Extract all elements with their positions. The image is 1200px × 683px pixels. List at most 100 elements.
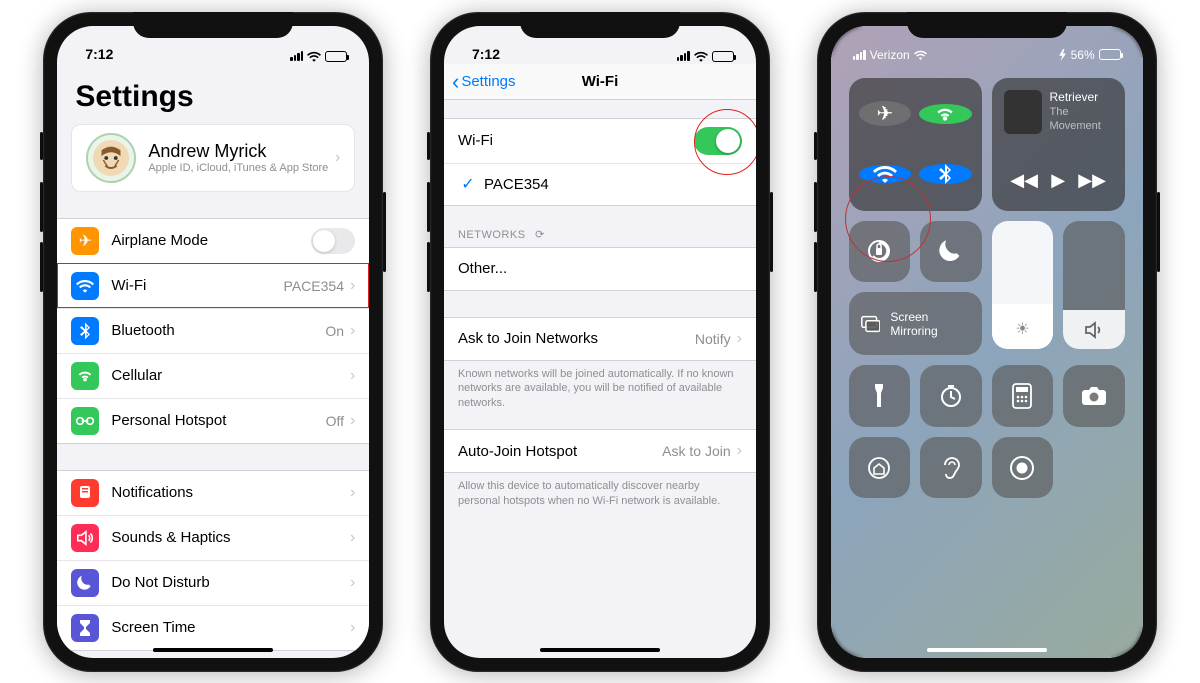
- auto-hotspot-value: Ask to Join: [662, 443, 730, 459]
- profile-row[interactable]: Andrew Myrick Apple ID, iCloud, iTunes &…: [72, 125, 354, 191]
- home-indicator[interactable]: [153, 648, 273, 652]
- airplane-toggle[interactable]: ✈︎: [859, 101, 912, 126]
- chevron-icon: ›: [350, 367, 355, 385]
- volume-icon: [1084, 321, 1104, 339]
- wifi-toggle[interactable]: [694, 127, 742, 155]
- bt-label: Bluetooth: [111, 322, 325, 339]
- auto-hotspot-footer: Allow this device to automatically disco…: [444, 473, 756, 509]
- phone-wifi: 7:12 ‹ Settings Wi-Fi Wi-Fi ✓ PACE354: [430, 12, 770, 672]
- chevron-icon: ›: [350, 619, 355, 637]
- status-time: 7:12: [85, 46, 113, 62]
- airplane-mode-row[interactable]: ✈︎ Airplane Mode: [57, 219, 369, 263]
- battery-icon: [325, 51, 347, 62]
- wifi-row[interactable]: Wi-Fi PACE354 ›: [57, 263, 369, 308]
- connected-network-row[interactable]: ✓ PACE354: [444, 163, 756, 205]
- other-network-row[interactable]: Other...: [444, 248, 756, 290]
- bluetooth-icon: [71, 317, 99, 345]
- dnd-toggle[interactable]: [920, 221, 982, 283]
- hotspot-icon: [71, 407, 99, 435]
- chevron-icon: ›: [350, 322, 355, 340]
- cellular-row[interactable]: Cellular ›: [57, 353, 369, 398]
- next-button[interactable]: ▶▶: [1078, 170, 1106, 191]
- play-button[interactable]: ▶: [1051, 170, 1065, 191]
- spinner-icon: ⟳: [535, 228, 545, 241]
- wifi-master-label: Wi-Fi: [458, 132, 694, 149]
- screen-record-button[interactable]: [992, 437, 1054, 499]
- page-title: Settings: [57, 64, 369, 124]
- track-artist: The Movement: [1050, 105, 1113, 134]
- profile-subtitle: Apple ID, iCloud, iTunes & App Store: [148, 162, 335, 174]
- wifi-icon: [71, 272, 99, 300]
- ask-join-footer: Known networks will be joined automatica…: [444, 361, 756, 412]
- connectivity-module: ✈︎: [849, 78, 982, 211]
- back-label: Settings: [461, 73, 515, 90]
- chevron-icon: ›: [737, 330, 742, 348]
- track-title: Retriever: [1050, 90, 1113, 106]
- chevron-icon: ›: [350, 529, 355, 547]
- wifi-toggle[interactable]: [859, 165, 912, 183]
- hotspot-row[interactable]: Personal Hotspot Off ›: [57, 398, 369, 443]
- auto-hotspot-row[interactable]: Auto-Join Hotspot Ask to Join ›: [444, 430, 756, 472]
- screen-mirroring-button[interactable]: Screen Mirroring: [849, 292, 982, 355]
- ask-join-value: Notify: [695, 331, 731, 347]
- airplane-label: Airplane Mode: [111, 232, 311, 249]
- chevron-icon: ›: [350, 412, 355, 430]
- prev-button[interactable]: ◀◀: [1010, 170, 1038, 191]
- status-time: 7:12: [472, 46, 500, 62]
- flashlight-button[interactable]: [849, 365, 911, 427]
- screentime-row[interactable]: Screen Time ›: [57, 605, 369, 650]
- chevron-icon: ›: [350, 574, 355, 592]
- wifi-icon: [694, 51, 708, 62]
- nav-title: Wi-Fi: [582, 73, 619, 90]
- home-indicator[interactable]: [540, 648, 660, 652]
- notifications-label: Notifications: [111, 484, 350, 501]
- avatar-icon: [86, 133, 136, 183]
- music-module[interactable]: Retriever The Movement ◀◀ ▶ ▶▶: [992, 78, 1125, 211]
- bluetooth-row[interactable]: Bluetooth On ›: [57, 308, 369, 353]
- notifications-row[interactable]: Notifications ›: [57, 471, 369, 515]
- ask-join-label: Ask to Join Networks: [458, 330, 695, 347]
- notifications-icon: [71, 479, 99, 507]
- battery-icon: [712, 51, 734, 62]
- networks-header: NETWORKS ⟳: [444, 206, 756, 247]
- airplane-icon: ✈︎: [71, 227, 99, 255]
- sounds-row[interactable]: Sounds & Haptics ›: [57, 515, 369, 560]
- volume-slider[interactable]: [1063, 221, 1125, 349]
- home-button[interactable]: [849, 437, 911, 499]
- home-indicator[interactable]: [927, 648, 1047, 652]
- bluetooth-toggle[interactable]: [919, 164, 972, 184]
- wifi-master-row: Wi-Fi: [444, 119, 756, 163]
- ask-join-row[interactable]: Ask to Join Networks Notify ›: [444, 318, 756, 360]
- chevron-left-icon: ‹: [452, 76, 459, 87]
- signal-icon: [853, 50, 866, 60]
- charging-icon: [1059, 49, 1067, 61]
- wifi-icon: [307, 51, 321, 62]
- dnd-row[interactable]: Do Not Disturb ›: [57, 560, 369, 605]
- back-button[interactable]: ‹ Settings: [452, 73, 516, 90]
- chevron-icon: ›: [335, 149, 340, 167]
- brightness-icon: ☀︎: [1015, 319, 1029, 339]
- cellular-toggle[interactable]: [919, 104, 972, 124]
- screentime-label: Screen Time: [111, 619, 350, 636]
- timer-button[interactable]: [920, 365, 982, 427]
- bt-value: On: [325, 323, 344, 339]
- album-art: [1004, 90, 1042, 134]
- dnd-label: Do Not Disturb: [111, 574, 350, 591]
- checkmark-icon: ✓: [458, 174, 478, 194]
- hearing-button[interactable]: [920, 437, 982, 499]
- signal-icon: [290, 51, 303, 61]
- chevron-icon: ›: [350, 277, 355, 295]
- orientation-lock-toggle[interactable]: [849, 221, 911, 283]
- airplane-toggle[interactable]: [311, 228, 355, 254]
- sounds-label: Sounds & Haptics: [111, 529, 350, 546]
- camera-button[interactable]: [1063, 365, 1125, 427]
- phone-settings: 7:12 Settings Andrew Myrick Apple ID, iC…: [43, 12, 383, 672]
- phone-controlcenter: Verizon 56% ✈︎: [817, 12, 1157, 672]
- brightness-slider[interactable]: ☀︎: [992, 221, 1054, 349]
- nav-bar: ‹ Settings Wi-Fi: [444, 64, 756, 100]
- chevron-icon: ›: [737, 442, 742, 460]
- calculator-button[interactable]: [992, 365, 1054, 427]
- hotspot-value: Off: [326, 413, 344, 429]
- cellular-icon: [71, 362, 99, 390]
- auto-hotspot-label: Auto-Join Hotspot: [458, 443, 662, 460]
